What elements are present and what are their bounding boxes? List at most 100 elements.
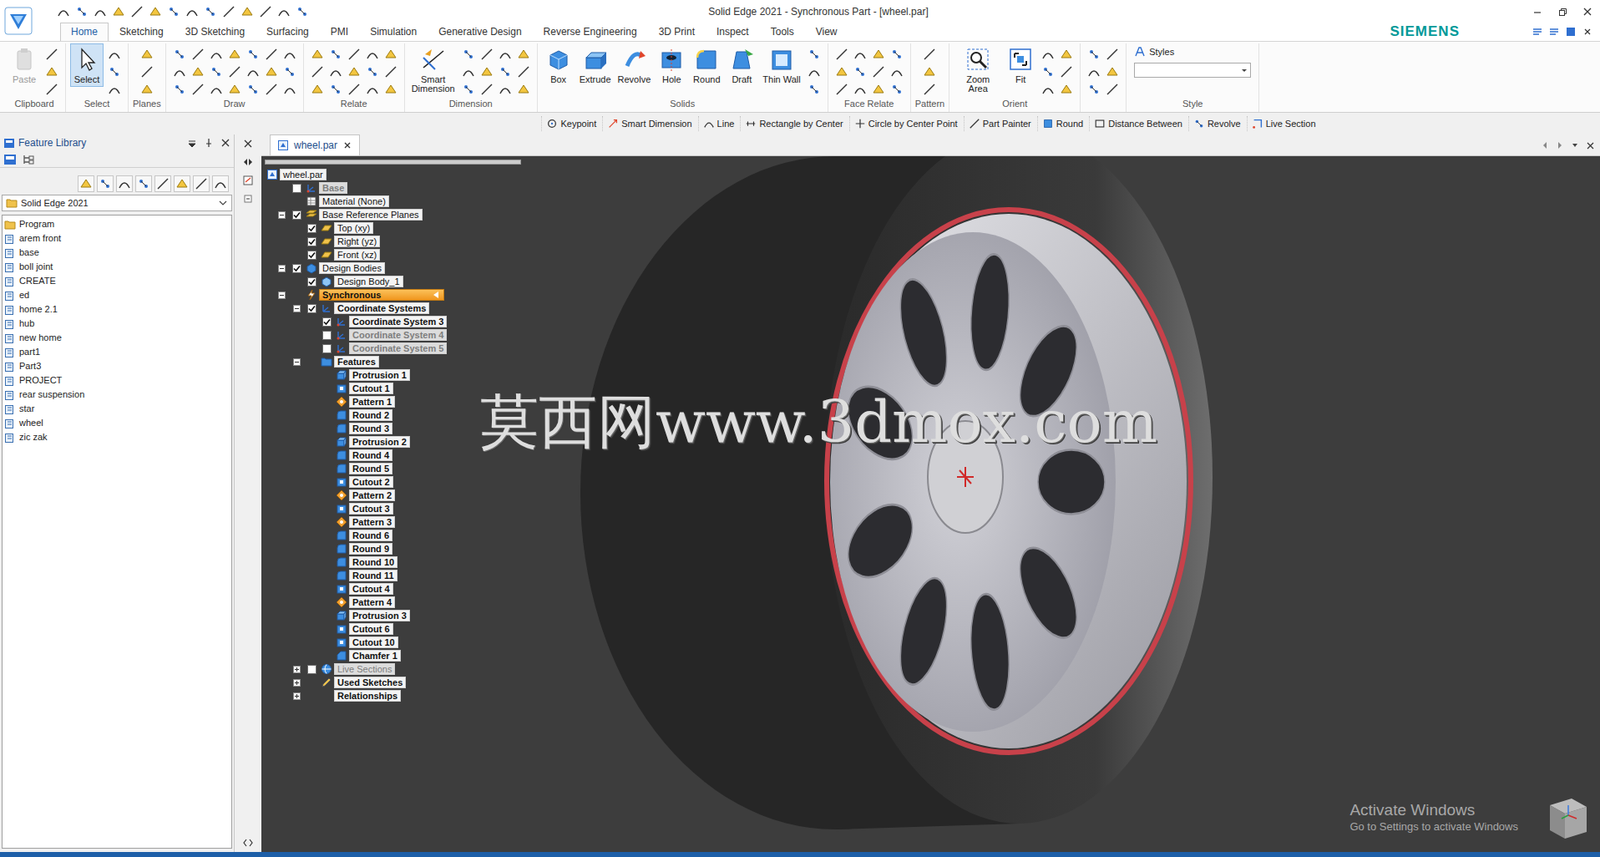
quick-access-icon[interactable]	[295, 5, 309, 19]
command-bar-item[interactable]: Circle by Center Point	[849, 116, 963, 132]
panel-menu-icon[interactable]	[187, 137, 198, 148]
tree-item[interactable]: Right (yz)	[264, 234, 522, 249]
visibility-checkbox[interactable]	[292, 183, 302, 193]
tool-icon[interactable]	[1038, 62, 1058, 81]
tool-icon[interactable]	[207, 62, 226, 81]
tree-item[interactable]: Used Sketches	[264, 675, 522, 689]
tree-item[interactable]: Relationships	[264, 688, 522, 703]
close-icon[interactable]	[1581, 5, 1594, 18]
visibility-checkbox[interactable]	[322, 317, 332, 327]
ribbon-tab[interactable]: Home	[60, 22, 109, 41]
tool-icon[interactable]	[1084, 45, 1104, 63]
tool-icon[interactable]	[42, 80, 61, 98]
tree-item[interactable]: Cutout 3	[264, 501, 522, 516]
tool-icon[interactable]	[344, 80, 364, 98]
ribbon-tab[interactable]: Simulation	[359, 22, 428, 41]
tool-icon[interactable]	[188, 45, 208, 63]
library-item[interactable]: boll joint	[2, 259, 232, 274]
tree-item[interactable]: Pattern 2	[264, 488, 522, 502]
library-tool-icon[interactable]	[96, 175, 114, 193]
close-tab-icon[interactable]	[342, 140, 353, 151]
ribbon-tab[interactable]: 3D Sketching	[174, 22, 256, 41]
expand-toggle[interactable]	[278, 291, 286, 299]
tool-icon[interactable]	[869, 45, 888, 63]
tool-icon[interactable]	[363, 45, 382, 63]
library-tool-icon[interactable]	[192, 175, 210, 193]
tree-item[interactable]: Design Bodies	[264, 261, 522, 275]
tree-item[interactable]: Cutout 6	[264, 622, 522, 636]
tool-icon[interactable]	[243, 45, 263, 63]
tool-icon[interactable]	[137, 62, 157, 81]
command-bar-item[interactable]: Part Painter	[963, 116, 1036, 132]
tool-icon[interactable]	[920, 80, 939, 98]
tool-icon[interactable]	[243, 62, 263, 81]
styles-dropdown[interactable]	[1134, 62, 1251, 78]
tool-icon[interactable]	[1084, 62, 1104, 81]
tool-icon[interactable]	[137, 80, 157, 98]
library-tool-icon[interactable]	[173, 175, 191, 193]
tool-icon[interactable]	[381, 45, 400, 63]
tool-icon[interactable]	[308, 45, 327, 63]
tree-item[interactable]: Round 10	[264, 555, 522, 569]
tool-icon[interactable]	[137, 45, 157, 63]
panel-tool-icon[interactable]	[242, 174, 254, 187]
tree-item[interactable]: Top (xy)	[264, 221, 522, 235]
graphics-viewport[interactable]: wheel.parBaseMaterial (None)Base Referen…	[261, 156, 1600, 852]
ribbon-button[interactable]: Zoom Area	[953, 43, 1003, 97]
library-item[interactable]: part1	[2, 344, 232, 360]
library-item[interactable]: ed	[2, 288, 232, 303]
expand-toggle[interactable]	[293, 678, 301, 687]
ribbon-tab[interactable]: Tools	[759, 22, 806, 41]
expand-toggle[interactable]	[293, 304, 301, 313]
ribbon-tab[interactable]: Sketching	[108, 22, 175, 41]
tool-icon[interactable]	[477, 45, 497, 63]
command-bar-item[interactable]: Rectangle by Center	[739, 116, 847, 132]
ribbon-button[interactable]: Smart Dimension	[409, 43, 458, 97]
library-item[interactable]: PROJECT	[2, 373, 232, 388]
tool-icon[interactable]	[1038, 80, 1058, 98]
ribbon-tab[interactable]: Reverse Engineering	[532, 22, 649, 41]
view-cube[interactable]	[1538, 789, 1594, 846]
command-bar-item[interactable]: Round	[1037, 116, 1088, 132]
ribbon-button[interactable]: Revolve	[615, 43, 654, 87]
application-button[interactable]	[0, 0, 37, 41]
visibility-checkbox[interactable]	[322, 344, 332, 354]
visibility-checkbox[interactable]	[307, 303, 317, 314]
tool-icon[interactable]	[243, 80, 263, 98]
visibility-checkbox[interactable]	[307, 223, 317, 233]
help-icon[interactable]	[1564, 25, 1577, 38]
tree-item[interactable]: Protrusion 3	[264, 608, 522, 623]
tool-icon[interactable]	[477, 62, 497, 81]
library-tool-icon[interactable]	[77, 175, 95, 193]
ribbon-button[interactable]: Fit	[1003, 43, 1038, 87]
tool-icon[interactable]	[1084, 80, 1104, 98]
tool-icon[interactable]	[496, 80, 515, 98]
library-item[interactable]: rear suspension	[2, 387, 232, 402]
tool-icon[interactable]	[170, 80, 189, 98]
wheel-model[interactable]	[261, 156, 1599, 852]
library-item[interactable]: CREATE	[2, 273, 232, 289]
tool-icon[interactable]	[459, 62, 478, 81]
tree-item[interactable]: Base	[264, 181, 522, 195]
tool-icon[interactable]	[105, 62, 124, 81]
quick-access-icon[interactable]	[93, 5, 107, 19]
tool-icon[interactable]	[381, 80, 400, 98]
tab-list-icon[interactable]	[1570, 140, 1580, 151]
quick-access-icon[interactable]	[258, 5, 273, 19]
tool-icon[interactable]	[850, 45, 870, 63]
tool-icon[interactable]	[262, 62, 281, 81]
tool-icon[interactable]	[887, 80, 907, 98]
tree-item[interactable]: Features	[264, 354, 522, 369]
tool-icon[interactable]	[42, 62, 61, 81]
tab-right-icon[interactable]	[1555, 140, 1565, 151]
tool-icon[interactable]	[344, 62, 364, 81]
tree-item[interactable]: Cutout 2	[264, 475, 522, 489]
tool-icon[interactable]	[514, 80, 533, 98]
tool-icon[interactable]	[326, 45, 345, 63]
visibility-checkbox[interactable]	[307, 277, 317, 287]
library-item[interactable]: hub	[2, 316, 232, 331]
quick-access-icon[interactable]	[56, 5, 71, 19]
library-tool-icon[interactable]	[135, 175, 152, 193]
expand-toggle[interactable]	[293, 665, 301, 674]
quick-access-icon[interactable]	[185, 5, 199, 19]
